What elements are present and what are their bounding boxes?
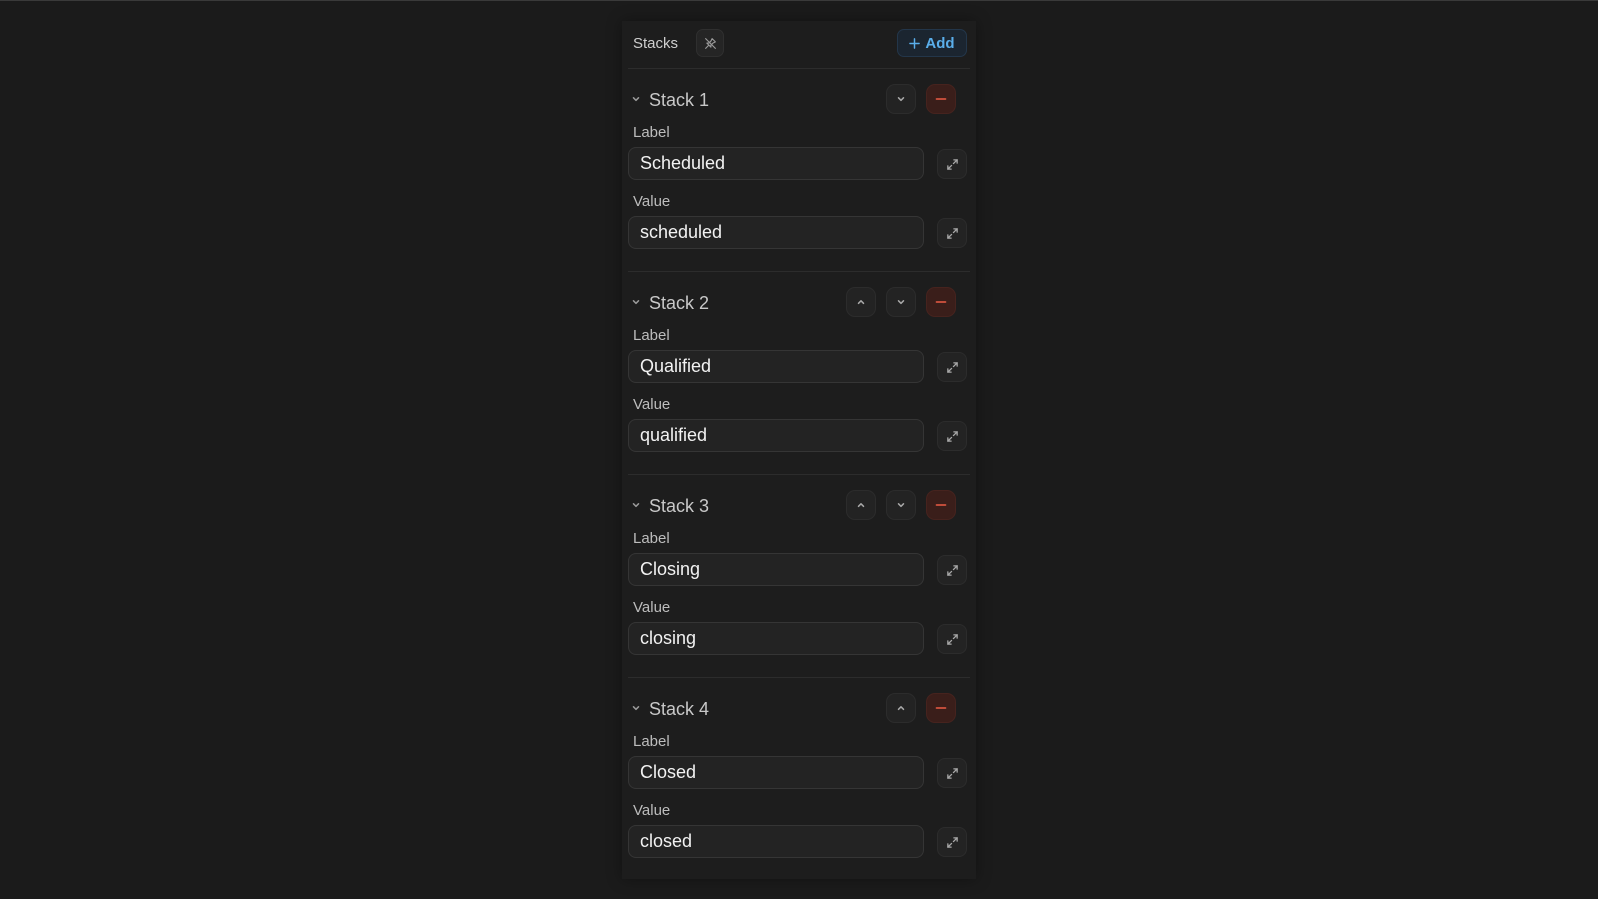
pin-button[interactable] xyxy=(696,29,724,57)
minus-icon xyxy=(934,295,948,309)
collapse-chevron-icon[interactable] xyxy=(630,499,642,511)
value-field-label: Value xyxy=(633,802,671,819)
stack-title: Stack 1 xyxy=(649,90,710,110)
value-field-label: Value xyxy=(633,396,671,413)
stack-title: Stack 3 xyxy=(649,496,710,516)
stack-item: Stack 2 Label Qualified Value qualified xyxy=(622,286,976,466)
expand-label-button[interactable] xyxy=(937,352,967,382)
divider xyxy=(628,68,970,69)
expand-icon xyxy=(946,564,959,577)
collapse-chevron-icon[interactable] xyxy=(630,702,642,714)
collapse-chevron-icon[interactable] xyxy=(630,93,642,105)
divider xyxy=(628,474,970,475)
plus-icon xyxy=(909,37,921,49)
expand-label-button[interactable] xyxy=(937,555,967,585)
expand-label-button[interactable] xyxy=(937,758,967,788)
expand-label-button[interactable] xyxy=(937,149,967,179)
add-button-label: Add xyxy=(925,34,955,52)
expand-icon xyxy=(946,633,959,646)
remove-stack-button[interactable] xyxy=(926,287,956,317)
expand-icon xyxy=(946,836,959,849)
label-field-label: Label xyxy=(633,733,670,750)
expand-icon xyxy=(946,361,959,374)
expand-icon xyxy=(946,158,959,171)
expand-value-button[interactable] xyxy=(937,827,967,857)
expand-value-button[interactable] xyxy=(937,624,967,654)
stack-header: Stack 4 xyxy=(622,692,976,724)
value-input[interactable] xyxy=(628,216,924,249)
expand-icon xyxy=(946,430,959,443)
remove-stack-button[interactable] xyxy=(926,693,956,723)
label-input[interactable] xyxy=(628,553,924,586)
chevron-up-icon xyxy=(855,296,867,308)
panel-title: Stacks xyxy=(633,35,679,52)
minus-icon xyxy=(934,498,948,512)
value-input[interactable] xyxy=(628,825,924,858)
value-field-label: Value xyxy=(633,193,671,210)
label-input[interactable] xyxy=(628,350,924,383)
stack-item: Stack 3 Label Closing Value closing xyxy=(622,489,976,669)
stack-title: Stack 2 xyxy=(649,293,710,313)
collapse-chevron-icon[interactable] xyxy=(630,296,642,308)
stack-header: Stack 1 xyxy=(622,83,976,115)
chevron-up-icon xyxy=(895,702,907,714)
stack-header: Stack 3 xyxy=(622,489,976,521)
move-down-button[interactable] xyxy=(886,490,916,520)
stack-item: Stack 1 Label Scheduled Value scheduled xyxy=(622,83,976,263)
chevron-down-icon xyxy=(895,93,907,105)
minus-icon xyxy=(934,92,948,106)
value-input[interactable] xyxy=(628,419,924,452)
pin-off-icon xyxy=(704,37,717,50)
expand-value-button[interactable] xyxy=(937,421,967,451)
app-root: Stacks Add Stack 1 Label Scheduled Value… xyxy=(0,0,1598,899)
divider xyxy=(628,677,970,678)
stack-header: Stack 2 xyxy=(622,286,976,318)
expand-icon xyxy=(946,227,959,240)
expand-icon xyxy=(946,767,959,780)
move-up-button[interactable] xyxy=(886,693,916,723)
move-up-button[interactable] xyxy=(846,287,876,317)
move-down-button[interactable] xyxy=(886,287,916,317)
divider xyxy=(628,271,970,272)
label-field-label: Label xyxy=(633,530,670,547)
stack-item: Stack 4 Label Closed Value closed xyxy=(622,692,976,872)
move-down-button[interactable] xyxy=(886,84,916,114)
panel-header: Stacks Add xyxy=(622,21,976,69)
value-input[interactable] xyxy=(628,622,924,655)
label-input[interactable] xyxy=(628,147,924,180)
label-input[interactable] xyxy=(628,756,924,789)
chevron-down-icon xyxy=(895,499,907,511)
add-stack-button[interactable]: Add xyxy=(897,29,967,57)
stack-title: Stack 4 xyxy=(649,699,710,719)
remove-stack-button[interactable] xyxy=(926,84,956,114)
chevron-down-icon xyxy=(895,296,907,308)
value-field-label: Value xyxy=(633,599,671,616)
stacks-panel: Stacks Add Stack 1 Label Scheduled Value… xyxy=(622,21,976,879)
label-field-label: Label xyxy=(633,124,670,141)
minus-icon xyxy=(934,701,948,715)
expand-value-button[interactable] xyxy=(937,218,967,248)
move-up-button[interactable] xyxy=(846,490,876,520)
chevron-up-icon xyxy=(855,499,867,511)
label-field-label: Label xyxy=(633,327,670,344)
remove-stack-button[interactable] xyxy=(926,490,956,520)
